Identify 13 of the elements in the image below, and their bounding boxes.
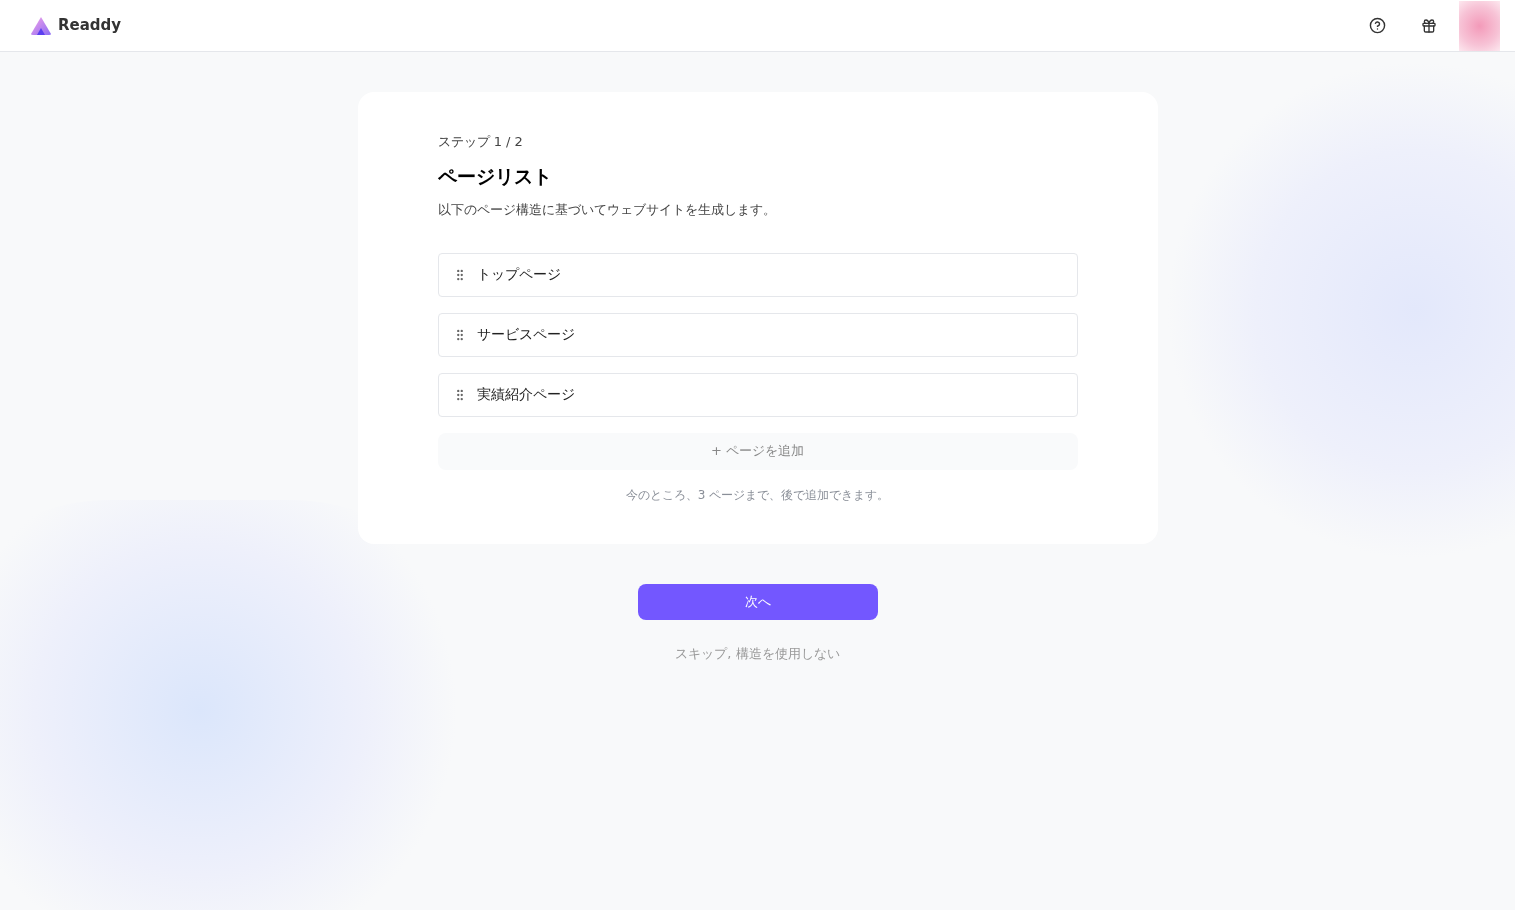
- brand-name: Readdy: [58, 15, 122, 37]
- step-label: ステップ 1 / 2: [437, 133, 524, 151]
- card-title: ページリスト: [437, 163, 553, 189]
- gift-icon[interactable]: [1421, 17, 1437, 34]
- page-item[interactable]: トップページ: [437, 252, 1078, 297]
- add-page-button[interactable]: + ページを追加: [437, 432, 1078, 470]
- next-button[interactable]: 次へ: [637, 583, 878, 620]
- page-item[interactable]: 実績紹介ページ: [437, 372, 1078, 417]
- description: 以下のページ構造に基づいてウェブサイトを生成します。: [437, 201, 777, 219]
- help-icon[interactable]: [1369, 17, 1386, 34]
- page-item[interactable]: サービスページ: [437, 312, 1078, 357]
- page-limit-note: 今のところ、3 ページまで、後で追加できます。: [624, 486, 891, 504]
- logo-icon: [30, 15, 52, 36]
